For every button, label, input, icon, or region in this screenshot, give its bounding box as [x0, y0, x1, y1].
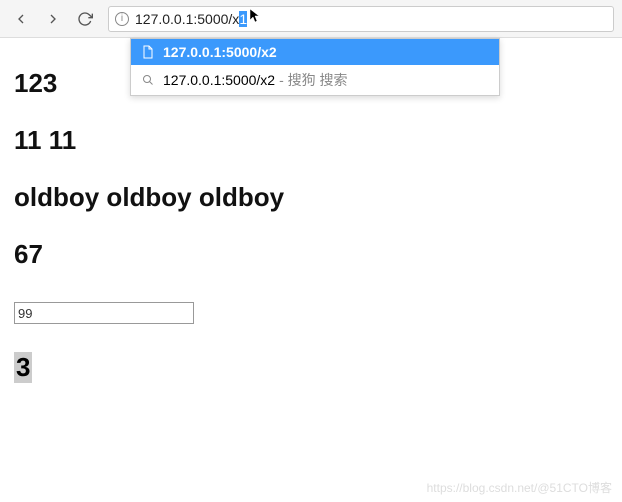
arrow-right-icon	[45, 11, 61, 27]
watermark: https://blog.csdn.net/@51CTO博客	[427, 479, 612, 496]
page-icon	[141, 45, 155, 59]
suggestion-item-2[interactable]: 127.0.0.1:5000/x2 - 搜狗 搜索	[131, 65, 499, 95]
reload-icon	[77, 11, 93, 27]
suggestion-suffix: - 搜狗 搜索	[279, 70, 347, 90]
cursor-icon	[249, 8, 261, 29]
url-text: 127.0.0.1:5000/x1	[135, 11, 247, 27]
heading-3: oldboy oldboy oldboy	[14, 182, 608, 213]
nav-buttons	[8, 6, 98, 32]
suggestion-text: 127.0.0.1:5000/x2	[163, 44, 277, 60]
url-suggestions-dropdown: 127.0.0.1:5000/x2 127.0.0.1:5000/x2 - 搜狗…	[130, 38, 500, 96]
number-input[interactable]	[14, 302, 194, 324]
search-icon	[141, 74, 155, 86]
suggestion-item-1[interactable]: 127.0.0.1:5000/x2	[131, 39, 499, 65]
reload-button[interactable]	[72, 6, 98, 32]
heading-2: 11 11	[14, 125, 608, 156]
forward-button[interactable]	[40, 6, 66, 32]
info-icon: i	[115, 12, 129, 26]
address-bar[interactable]: i 127.0.0.1:5000/x1	[108, 6, 614, 32]
browser-toolbar: i 127.0.0.1:5000/x1	[0, 0, 622, 38]
selected-text: 3	[14, 352, 32, 383]
heading-4: 67	[14, 239, 608, 270]
back-button[interactable]	[8, 6, 34, 32]
suggestion-text: 127.0.0.1:5000/x2	[163, 72, 275, 88]
arrow-left-icon	[13, 11, 29, 27]
